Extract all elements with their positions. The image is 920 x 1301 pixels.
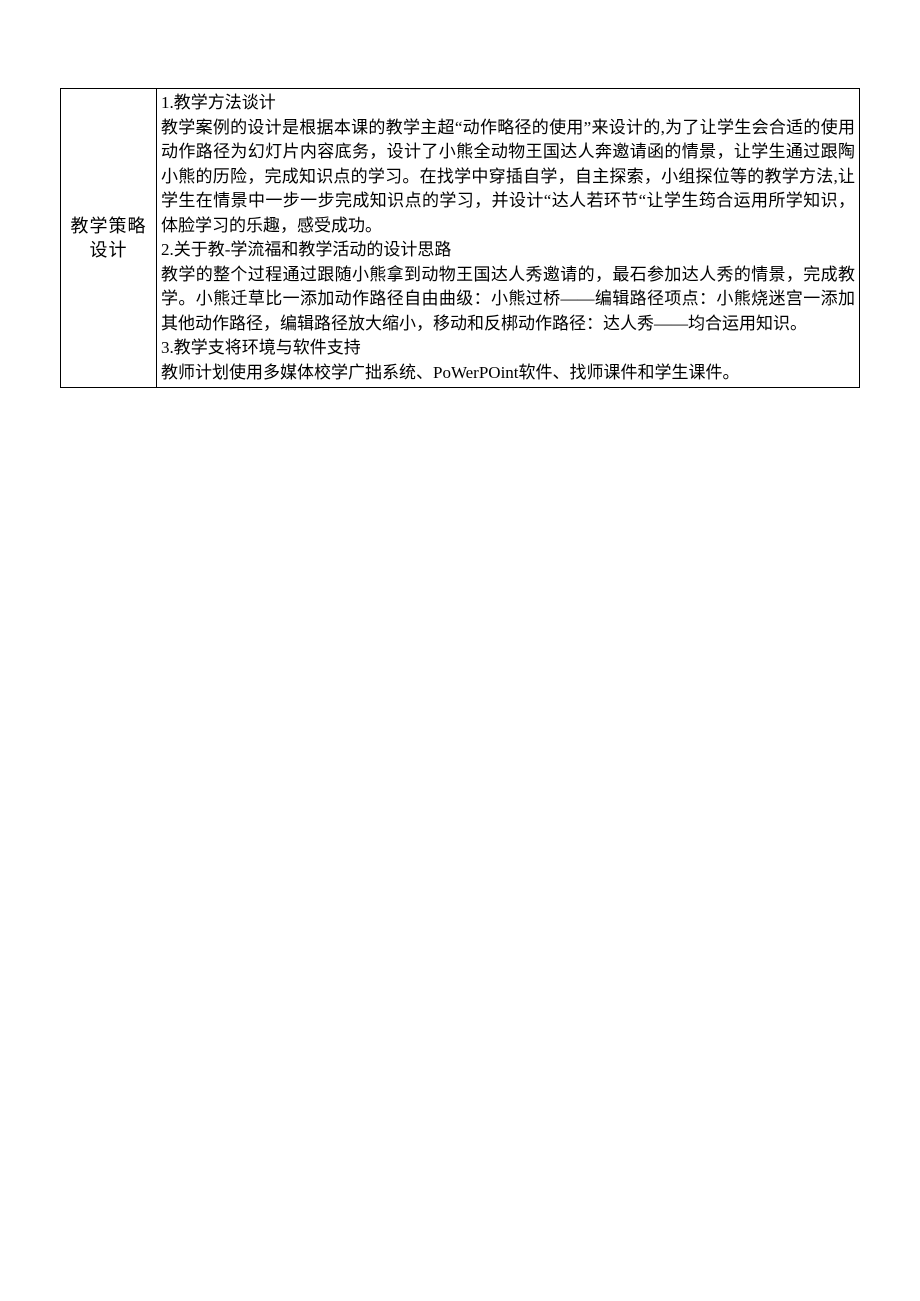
row-content-cell: 1.教学方法谈计 教学案例的设计是根据本课的教学主超“动作略径的使用”来设计的,…	[157, 89, 860, 388]
section-body-3: 教师计划使用多媒体校学广拙系统、PoWerPOint软件、找师课件和学生课件。	[161, 361, 855, 386]
section-body-1: 教学案例的设计是根据本课的教学主超“动作略径的使用”来设计的,为了让学生会合适的…	[161, 116, 855, 239]
row-label-cell: 教学策略设计	[61, 89, 157, 388]
section-body-2: 教学的整个过程通过跟随小熊拿到动物王国达人秀邀请的，最石参加达人秀的情景，完成教…	[161, 263, 855, 337]
section-heading-3: 3.教学支将环境与软件支持	[161, 336, 855, 361]
row-label: 教学策略设计	[71, 216, 147, 260]
section-heading-1: 1.教学方法谈计	[161, 91, 855, 116]
table-row: 教学策略设计 1.教学方法谈计 教学案例的设计是根据本课的教学主超“动作略径的使…	[61, 89, 860, 388]
lesson-plan-table: 教学策略设计 1.教学方法谈计 教学案例的设计是根据本课的教学主超“动作略径的使…	[60, 88, 860, 388]
section-heading-2: 2.关于教-学流福和教学活动的设计思路	[161, 238, 855, 263]
